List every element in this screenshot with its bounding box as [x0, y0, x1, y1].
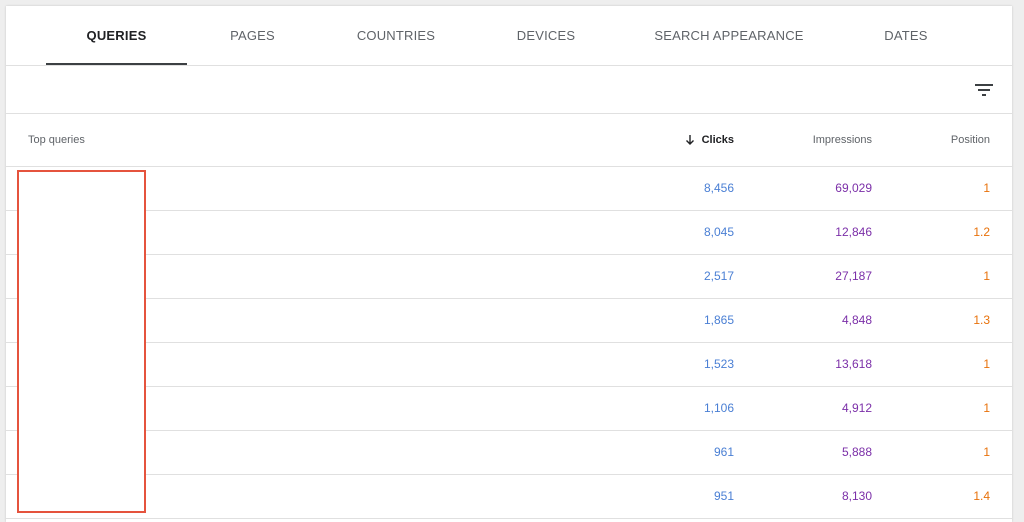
table-row[interactable]: 1,865 4,848 1.3: [6, 299, 1012, 343]
table-header: Top queries Clicks Impressions Position: [6, 114, 1012, 167]
table-body: 8,456 69,029 1 8,045 12,846 1.2 2,517 27…: [6, 167, 1012, 519]
table-row[interactable]: 2,517 27,187 1: [6, 255, 1012, 299]
clicks-cell: 8,456: [703, 181, 734, 195]
filter-list-icon[interactable]: [972, 78, 996, 102]
position-cell: 1: [983, 357, 990, 371]
impressions-cell: 12,846: [835, 225, 872, 239]
position-cell: 1: [983, 181, 990, 195]
header-impressions[interactable]: Impressions: [813, 114, 872, 166]
table-row[interactable]: 1,106 4,912 1: [6, 387, 1012, 431]
impressions-cell: 13,618: [835, 357, 872, 371]
filter-bar: [6, 66, 1012, 114]
table-row[interactable]: 8,045 12,846 1.2: [6, 211, 1012, 255]
table-row[interactable]: 8,456 69,029 1: [6, 167, 1012, 211]
position-cell: 1: [983, 269, 990, 283]
table-row[interactable]: 1,523 13,618 1: [6, 343, 1012, 387]
dimension-tabs: QUERIES PAGES COUNTRIES DEVICES SEARCH A…: [6, 6, 1012, 66]
clicks-cell: 1,106: [703, 401, 734, 415]
impressions-cell: 69,029: [835, 181, 872, 195]
table-row[interactable]: 951 8,130 1.4: [6, 475, 1012, 519]
header-clicks-label: Clicks: [701, 134, 734, 146]
tab-devices[interactable]: DEVICES: [501, 6, 591, 65]
tab-search-appearance[interactable]: SEARCH APPEARANCE: [646, 6, 812, 65]
header-top-queries[interactable]: Top queries: [28, 114, 85, 166]
clicks-cell: 1,523: [703, 357, 734, 371]
tab-pages[interactable]: PAGES: [206, 6, 299, 65]
position-cell: 1: [983, 445, 990, 459]
arrow-down-icon: [685, 135, 694, 145]
position-cell: 1: [983, 401, 990, 415]
header-clicks[interactable]: Clicks: [684, 114, 734, 166]
clicks-cell: 1,865: [703, 313, 734, 327]
table-row[interactable]: 961 5,888 1: [6, 431, 1012, 475]
tab-queries[interactable]: QUERIES: [46, 6, 187, 65]
impressions-cell: 5,888: [841, 445, 872, 459]
position-cell: 1.3: [973, 313, 990, 327]
impressions-cell: 4,912: [841, 401, 872, 415]
position-cell: 1.2: [973, 225, 990, 239]
clicks-cell: 8,045: [703, 225, 734, 239]
position-cell: 1.4: [973, 489, 990, 503]
impressions-cell: 27,187: [835, 269, 872, 283]
clicks-cell: 2,517: [703, 269, 734, 283]
header-position[interactable]: Position: [951, 114, 990, 166]
performance-report-card: QUERIES PAGES COUNTRIES DEVICES SEARCH A…: [6, 6, 1012, 522]
clicks-cell: 961: [713, 445, 734, 459]
impressions-cell: 8,130: [841, 489, 872, 503]
impressions-cell: 4,848: [841, 313, 872, 327]
tab-dates[interactable]: DATES: [864, 6, 948, 65]
tab-countries[interactable]: COUNTRIES: [346, 6, 446, 65]
clicks-cell: 951: [713, 489, 734, 503]
